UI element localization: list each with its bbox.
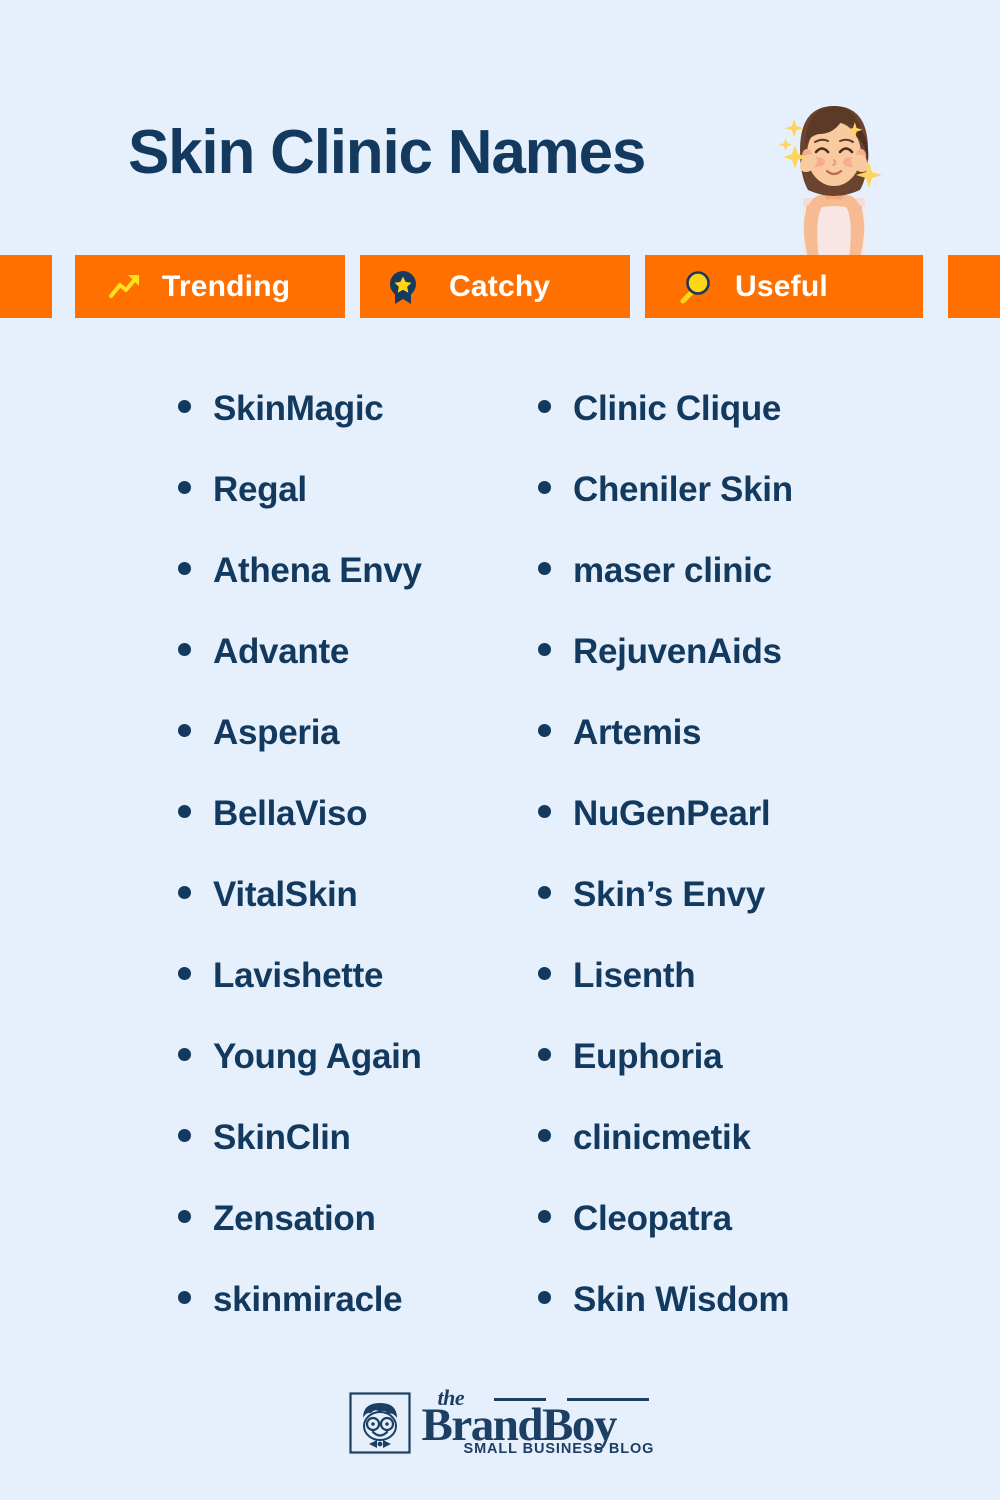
name-label: Clinic Clique [573,389,782,428]
list-item[interactable]: BellaViso [178,794,538,875]
list-item[interactable]: skinmiracle [178,1280,538,1361]
bullet-icon [538,1129,551,1142]
bullet-icon [178,481,191,494]
name-label: Artemis [573,713,702,752]
list-item[interactable]: Skin’s Envy [538,875,898,956]
name-lists: SkinMagic Regal Athena Envy Advante Aspe… [0,318,1000,1361]
list-item[interactable]: RejuvenAids [538,632,898,713]
list-item[interactable]: SkinClin [178,1118,538,1199]
bullet-icon [178,1210,191,1223]
list-item[interactable]: maser clinic [538,551,898,632]
page-title: Skin Clinic Names [128,118,646,187]
bullet-icon [178,724,191,737]
bullet-icon [178,1129,191,1142]
bullet-icon [538,643,551,656]
bullet-icon [538,805,551,818]
list-item[interactable]: clinicmetik [538,1118,898,1199]
bullet-icon [538,562,551,575]
name-label: RejuvenAids [573,632,782,671]
tag-trending[interactable]: Trending [75,255,345,318]
bullet-icon [178,805,191,818]
bullet-icon [538,886,551,899]
name-label: Skin’s Envy [573,875,765,914]
footer: the BrandBoy SMALL BUSINESS BLOG [0,1385,1000,1460]
name-label: Regal [213,470,307,509]
bullet-icon [538,967,551,980]
list-item[interactable]: Clinic Clique [538,389,898,470]
name-label: clinicmetik [573,1118,751,1157]
bullet-icon [538,724,551,737]
bullet-icon [538,481,551,494]
list-item[interactable]: Lavishette [178,956,538,1037]
name-list-left-column: SkinMagic Regal Athena Envy Advante Aspe… [178,318,538,1361]
brandboy-logo[interactable]: the BrandBoy SMALL BUSINESS BLOG [348,1385,655,1460]
name-label: Lisenth [573,956,696,995]
magnifying-glass-icon [680,270,710,303]
list-item[interactable]: VitalSkin [178,875,538,956]
name-label: VitalSkin [213,875,358,914]
name-label: NuGenPearl [573,794,771,833]
list-item[interactable]: Cleopatra [538,1199,898,1280]
bullet-icon [178,967,191,980]
tag-catchy[interactable]: Catchy [360,255,630,318]
name-label: Advante [213,632,349,671]
bullet-icon [178,562,191,575]
bullet-icon [538,1210,551,1223]
bullet-icon [178,400,191,413]
woman-skincare-face-illustration [779,106,882,255]
name-label: skinmiracle [213,1280,403,1319]
logo-tagline: SMALL BUSINESS BLOG [463,1441,655,1457]
list-item[interactable]: Lisenth [538,956,898,1037]
name-label: Athena Envy [213,551,422,590]
tag-label: Catchy [449,269,551,303]
brandboy-wordmark: the BrandBoy SMALL BUSINESS BLOG [422,1385,655,1460]
name-label: Zensation [213,1199,376,1238]
band-edge-left [0,255,52,318]
category-tag-band: Trending Catchy Useful [0,255,1000,318]
list-item[interactable]: Euphoria [538,1037,898,1118]
trending-up-icon [109,274,139,298]
list-item[interactable]: Cheniler Skin [538,470,898,551]
list-item[interactable]: NuGenPearl [538,794,898,875]
list-item[interactable]: Athena Envy [178,551,538,632]
bullet-icon [178,643,191,656]
header: Skin Clinic Names [0,0,1000,255]
tag-label: Trending [162,269,291,303]
tag-useful[interactable]: Useful [645,255,923,318]
name-label: Lavishette [213,956,384,995]
name-label: Skin Wisdom [573,1280,790,1319]
list-item[interactable]: Advante [178,632,538,713]
bullet-icon [178,1291,191,1304]
name-label: SkinMagic [213,389,384,428]
name-label: Euphoria [573,1037,723,1076]
list-item[interactable]: Zensation [178,1199,538,1280]
name-label: BellaViso [213,794,368,833]
name-label: maser clinic [573,551,772,590]
list-item[interactable]: Asperia [178,713,538,794]
tag-label: Useful [735,269,828,303]
bullet-icon [178,1048,191,1061]
list-item[interactable]: Young Again [178,1037,538,1118]
list-item[interactable]: Skin Wisdom [538,1280,898,1361]
list-item[interactable]: Regal [178,470,538,551]
name-list-right-column: Clinic Clique Cheniler Skin maser clinic… [538,318,898,1361]
name-label: Cheniler Skin [573,470,793,509]
award-badge-star-icon [390,270,416,304]
bullet-icon [538,1291,551,1304]
name-label: Cleopatra [573,1199,732,1238]
list-item[interactable]: SkinMagic [178,389,538,470]
bullet-icon [178,886,191,899]
list-item[interactable]: Artemis [538,713,898,794]
band-edge-right [948,255,1000,318]
brandboy-boy-face-logo-icon [348,1392,411,1454]
bullet-icon [538,1048,551,1061]
name-label: Young Again [213,1037,422,1076]
name-label: Asperia [213,713,340,752]
name-label: SkinClin [213,1118,351,1157]
bullet-icon [538,400,551,413]
